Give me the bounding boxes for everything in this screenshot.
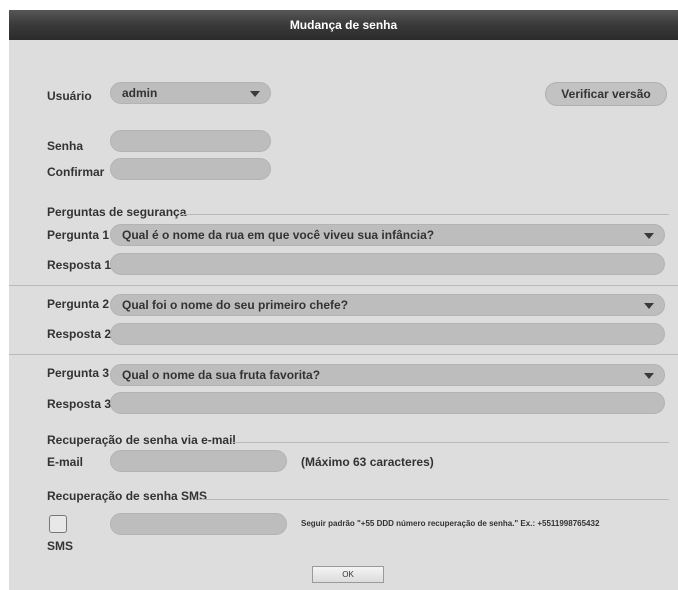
answer-1-field[interactable] [110, 253, 665, 275]
question-3-label: Pergunta 3 [47, 366, 110, 380]
question-1-select[interactable]: Qual é o nome da rua em que você viveu s… [110, 224, 665, 246]
confirm-password-field[interactable] [110, 158, 271, 180]
question-1-value: Qual é o nome da rua em que você viveu s… [122, 228, 435, 242]
section-divider [199, 499, 669, 500]
verify-version-button[interactable]: Verificar versão [545, 82, 667, 106]
password-field[interactable] [110, 130, 271, 152]
email-label: E-mail [47, 455, 84, 469]
answer-2-field[interactable] [110, 323, 665, 345]
answer-3-field[interactable] [110, 392, 665, 414]
question-divider [9, 354, 678, 355]
user-select-value: admin [122, 86, 158, 100]
sms-hint: Seguir padrão "+55 DDD número recuperaçã… [301, 519, 600, 528]
chevron-down-icon [644, 233, 654, 239]
dialog-title: Mudança de senha [9, 10, 678, 40]
answer-1-label: Resposta 1 [47, 258, 112, 272]
user-label: Usuário [47, 89, 92, 103]
question-divider [9, 285, 678, 286]
section-divider [231, 442, 669, 443]
question-2-value: Qual foi o nome do seu primeiro chefe? [122, 298, 349, 312]
chevron-down-icon [644, 303, 654, 309]
password-label: Senha [47, 139, 84, 153]
sms-field[interactable] [110, 513, 287, 535]
email-hint: (Máximo 63 caracteres) [301, 455, 434, 469]
chevron-down-icon [644, 373, 654, 379]
sms-label: SMS [47, 539, 74, 553]
email-field[interactable] [110, 450, 287, 472]
email-section-title: Recuperação de senha via e-mail [47, 433, 236, 447]
question-2-select[interactable]: Qual foi o nome do seu primeiro chefe? [110, 294, 665, 316]
question-3-value: Qual o nome da sua fruta favorita? [122, 368, 321, 382]
password-change-dialog: Mudança de senha Usuário admin Verificar… [9, 10, 678, 590]
question-3-select[interactable]: Qual o nome da sua fruta favorita? [110, 364, 665, 386]
question-1-label: Pergunta 1 [47, 228, 110, 242]
confirm-label: Confirmar [47, 165, 105, 179]
answer-2-label: Resposta 2 [47, 327, 112, 341]
question-2-label: Pergunta 2 [47, 297, 110, 311]
sms-section-title: Recuperação de senha SMS [47, 489, 208, 503]
section-divider [179, 214, 669, 215]
sms-checkbox[interactable] [49, 515, 67, 533]
ok-button[interactable]: OK [312, 566, 384, 583]
security-section-title: Perguntas de segurança [47, 205, 187, 219]
answer-3-label: Resposta 3 [47, 397, 112, 411]
chevron-down-icon [250, 91, 260, 97]
user-select[interactable]: admin [110, 82, 271, 104]
